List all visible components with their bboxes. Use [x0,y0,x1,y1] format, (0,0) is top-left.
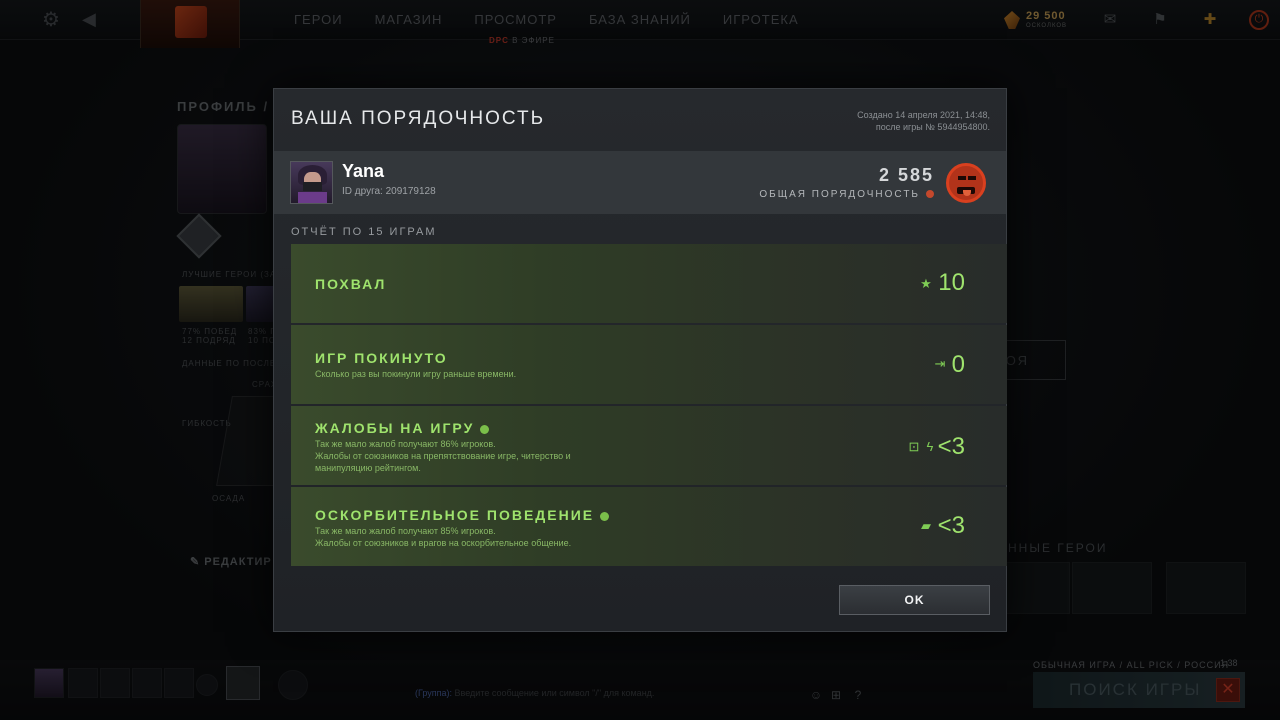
created-info: Создано 14 апреля 2021, 14:48, после игр… [857,109,990,133]
ok-button[interactable]: OK [839,585,990,615]
stat-value: 10 [938,269,965,296]
conduct-score: 2 585 [878,165,934,185]
chat-bubble-icon: ▰ [921,518,931,533]
stat-name-row: ОСКОРБИТЕЛЬНОЕ ПОВЕДЕНИЕ [315,507,610,523]
stat-abandons: ИГР ПОКИНУТО Сколько раз вы покинули игр… [291,325,1007,404]
stat-desc-detail: Жалобы от союзников и врагов на оскорбит… [315,538,572,548]
exit-door-icon: ⇥ [934,356,946,371]
stat-name: ИГР ПОКИНУТО [315,350,448,366]
stat-name: ПОХВАЛ [315,276,387,292]
stat-commends: ПОХВАЛ ★ 10 [291,244,1007,323]
stat-desc: Так же мало жалоб получают 85% игроков. [315,526,496,536]
bolt-icon: ϟ [926,439,934,454]
info-icon[interactable] [600,511,610,521]
info-icon[interactable] [926,190,934,199]
user-avatar [290,161,333,204]
conduct-score-label-row: ОБЩАЯ ПОРЯДОЧНОСТЬ [759,189,934,200]
lock-icon: ⊡ [908,439,920,454]
stat-value: 0 [951,351,965,378]
stat-abusive-behavior: ОСКОРБИТЕЛЬНОЕ ПОВЕДЕНИЕ Так же мало жал… [291,487,1007,566]
stat-desc-detail: Жалобы от союзников на препятствование и… [315,451,571,473]
conduct-summary-dialog: ВАША ПОРЯДОЧНОСТЬ Создано 14 апреля 2021… [273,88,1007,632]
stat-name-row: ЖАЛОБЫ НА ИГРУ [315,420,490,436]
stat-name: ОСКОРБИТЕЛЬНОЕ ПОВЕДЕНИЕ [315,507,595,523]
conduct-stats: ПОХВАЛ ★ 10 ИГР ПОКИНУТО Сколько раз вы … [291,244,1007,568]
stat-game-reports: ЖАЛОБЫ НА ИГРУ Так же мало жалоб получаю… [291,406,1007,485]
report-title: ОТЧЁТ ПО 15 ИГРАМ [291,226,437,238]
friend-id: ID друга: 209179128 [342,186,436,197]
user-summary: Yana ID друга: 209179128 2 585 ОБЩАЯ ПОР… [274,151,1006,214]
dialog-title: ВАША ПОРЯДОЧНОСТЬ [291,108,546,129]
dota-client: ⚙ ◀ ГЕРОИ МАГАЗИН ПРОСМОТР БАЗА ЗНАНИЙ И… [0,0,1280,720]
stat-value: <3 [937,433,965,460]
created-match: после игры № 5944954800. [875,122,990,132]
stat-name: ЖАЛОБЫ НА ИГРУ [315,420,475,436]
created-date: Создано 14 апреля 2021, 14:48, [857,110,990,120]
star-icon: ★ [920,276,932,291]
info-icon[interactable] [480,424,490,434]
stat-desc: Сколько раз вы покинули игру раньше врем… [315,369,517,379]
user-name: Yana [342,161,385,181]
conduct-score-label: ОБЩАЯ ПОРЯДОЧНОСТЬ [759,189,920,200]
stat-value: <3 [937,512,965,539]
conduct-face-icon [946,163,986,203]
stat-desc: Так же мало жалоб получают 86% игроков. [315,439,496,449]
